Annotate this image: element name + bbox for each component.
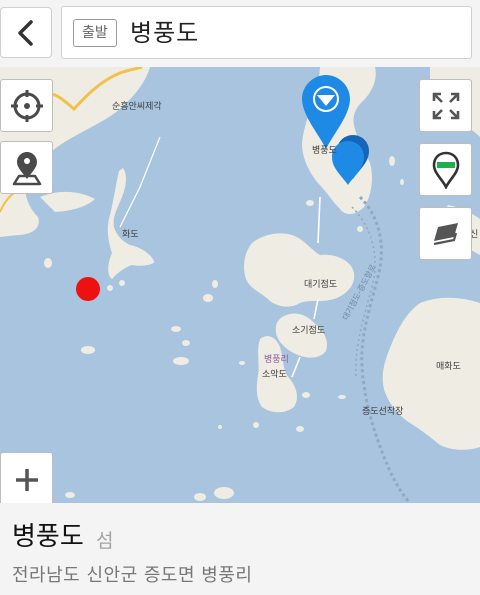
layers-icon xyxy=(433,222,458,245)
daegijeom-island xyxy=(244,233,355,307)
map-label-jeungdo-ferry: 증도선착장 xyxy=(362,407,404,417)
expand-icon xyxy=(432,92,459,119)
place-name: 병풍도 xyxy=(12,522,84,552)
map-view[interactable]: 순흥안씨제각 병풍도 화도 대기점도 소기점도 병풍리 소악도 매화도 증도선착… xyxy=(0,67,480,503)
hwado-island xyxy=(107,168,155,279)
map-label-suheung: 순흥안씨제각 xyxy=(112,102,162,112)
map-label-soakdo: 소악도 xyxy=(262,370,287,380)
top-bar: 출발 병풍도 xyxy=(0,0,480,67)
plus-icon xyxy=(15,468,38,491)
map-label-byeongpung: 병풍도 xyxy=(312,146,337,156)
crosshair-icon xyxy=(10,89,43,122)
zoom-controls xyxy=(0,452,53,503)
locate-button[interactable] xyxy=(0,79,53,132)
place-type: 섬 xyxy=(96,530,114,552)
place-info-panel[interactable]: 병풍도 섬 전라남도 신안군 증도면 병풍리 xyxy=(0,503,480,595)
layers-button[interactable] xyxy=(419,207,472,260)
departure-chip[interactable]: 출발 xyxy=(73,19,117,47)
back-button[interactable] xyxy=(0,7,52,58)
map-label-daegijeom: 대기점도 xyxy=(304,280,338,290)
map-label-sogijeom: 소기점도 xyxy=(292,326,326,336)
search-query[interactable]: 병풍도 xyxy=(130,17,199,49)
map-label-hwado: 화도 xyxy=(122,230,139,240)
current-location-dot xyxy=(76,277,100,301)
map-canvas xyxy=(0,67,480,503)
street-view-icon xyxy=(432,151,459,189)
place-address: 전라남도 신안군 증도면 병풍리 xyxy=(12,565,253,586)
map-label-maehwado: 매화도 xyxy=(436,362,461,372)
street-view-button[interactable] xyxy=(419,143,472,196)
search-field[interactable]: 출발 병풍도 xyxy=(61,6,472,59)
fullscreen-button[interactable] xyxy=(419,79,472,132)
map-pin-icon xyxy=(12,151,41,185)
zoom-in-button[interactable] xyxy=(1,453,52,503)
map-label-byeongpung-ri: 병풍리 xyxy=(264,355,289,365)
place-pin-button[interactable] xyxy=(0,141,53,194)
maehwado-island xyxy=(382,297,480,450)
chevron-left-icon xyxy=(18,19,33,46)
